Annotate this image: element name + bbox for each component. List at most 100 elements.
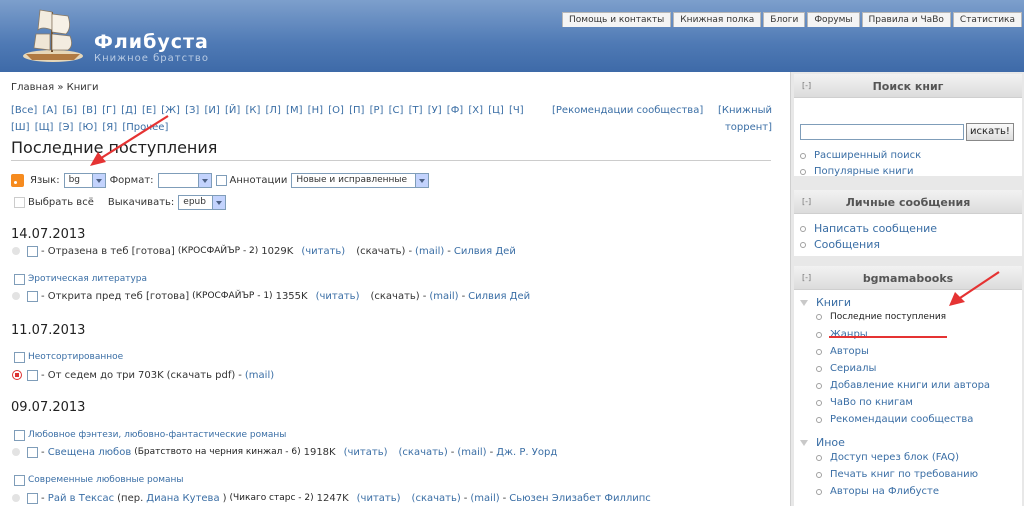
menu-recommendations[interactable]: Рекомендации сообщества — [816, 414, 973, 425]
book-checkbox[interactable] — [27, 446, 38, 458]
alphabet-letter-link[interactable]: [З] — [185, 105, 199, 116]
alphabet-letter-link[interactable]: [Т] — [409, 105, 423, 116]
alphabet-letter-link[interactable]: [Ч] — [509, 105, 524, 116]
alphabet-letter-link[interactable]: [Ш] — [11, 122, 30, 133]
author-link[interactable]: Дж. Р. Уорд — [496, 447, 557, 458]
alphabet-letter-link[interactable]: [В] — [82, 105, 97, 116]
rss-icon[interactable] — [11, 173, 24, 187]
download-link[interactable]: (скачать) — [399, 447, 448, 458]
community-recommendations-link[interactable]: [Рекомендации сообщества] — [552, 102, 703, 119]
alphabet-letter-link[interactable]: [Прочее] — [122, 122, 168, 133]
alphabet-letter-link[interactable]: [Й] — [225, 105, 240, 116]
search-input[interactable] — [800, 124, 964, 140]
select-all-checkbox[interactable] — [14, 196, 25, 208]
genre-checkbox[interactable] — [14, 429, 25, 441]
book-title[interactable]: Открита пред теб [готова] — [48, 291, 189, 302]
menu-print-on-demand[interactable]: Печать книг по требованию — [816, 469, 978, 480]
genre-link[interactable]: Современные любовные романы — [28, 475, 184, 485]
annotations-checkbox[interactable] — [215, 174, 227, 186]
alphabet-letter-link[interactable]: [Ю] — [79, 122, 98, 133]
menu-genres[interactable]: Жанры — [816, 329, 868, 340]
popular-books-link[interactable]: Популярные книги — [800, 166, 913, 177]
advanced-search-link[interactable]: Расширенный поиск — [800, 150, 921, 161]
ship-logo-icon[interactable] — [16, 4, 90, 66]
download-link[interactable]: (скачать) — [356, 246, 405, 257]
download-pdf-link[interactable]: (скачать pdf) — [167, 370, 236, 381]
alphabet-letter-link[interactable]: [Щ] — [35, 122, 54, 133]
menu-access-faq[interactable]: Доступ через блок (FAQ) — [816, 452, 959, 463]
site-name[interactable]: Флибуста — [94, 31, 209, 53]
alphabet-letter-link[interactable]: [Н] — [308, 105, 323, 116]
read-link[interactable]: (читать) — [301, 246, 345, 257]
mail-link[interactable]: (mail) — [245, 370, 274, 381]
genre-checkbox[interactable] — [14, 474, 25, 486]
alphabet-letter-link[interactable]: [У] — [428, 105, 442, 116]
menu-series[interactable]: Сериалы — [816, 363, 876, 374]
alphabet-letter-link[interactable]: [С] — [389, 105, 404, 116]
translator-link[interactable]: Диана Кутева — [146, 493, 219, 504]
alphabet-letter-link[interactable]: [Х] — [468, 105, 483, 116]
menu-flibusta-authors[interactable]: Авторы на Флибусте — [816, 486, 939, 497]
breadcrumb[interactable]: Главная » Книги — [11, 82, 99, 93]
book-checkbox[interactable] — [27, 290, 38, 302]
mail-link[interactable]: (mail) — [415, 246, 444, 257]
search-button[interactable]: искать! — [966, 123, 1014, 141]
book-title[interactable]: Рай в Тексас — [48, 493, 114, 504]
read-link[interactable]: (читать) — [357, 493, 401, 504]
sort-select[interactable]: Новые и исправленные — [291, 172, 430, 188]
genre-link[interactable]: Любовное фэнтези, любовно-фантастические… — [28, 430, 286, 440]
books-menu[interactable]: Книги — [800, 296, 851, 309]
nav-help[interactable]: Помощь и контакты — [562, 12, 672, 27]
alphabet-letter-link[interactable]: [Ф] — [447, 105, 463, 116]
alphabet-letter-link[interactable]: [Я] — [102, 122, 117, 133]
mail-link[interactable]: (mail) — [429, 291, 458, 302]
nav-rules[interactable]: Правила и ЧаВо — [861, 12, 951, 27]
alphabet-letter-link[interactable]: [М] — [286, 105, 302, 116]
author-link[interactable]: Силвия Дей — [454, 246, 516, 257]
book-checkbox[interactable] — [27, 492, 38, 504]
alphabet-letter-link[interactable]: [Г] — [102, 105, 116, 116]
download-link[interactable]: (скачать) — [370, 291, 419, 302]
messages-link[interactable]: Сообщения — [800, 238, 880, 251]
menu-authors[interactable]: Авторы — [816, 346, 869, 357]
alphabet-letter-link[interactable]: [А] — [43, 105, 58, 116]
alphabet-letter-link[interactable]: [И] — [204, 105, 219, 116]
nav-forums[interactable]: Форумы — [807, 12, 860, 27]
alphabet-letter-link[interactable]: [Ц] — [488, 105, 504, 116]
alphabet-letter-link[interactable]: [О] — [328, 105, 344, 116]
other-menu[interactable]: Иное — [800, 436, 845, 449]
author-link[interactable]: Сьюзен Элизабет Филлипс — [509, 493, 651, 504]
book-checkbox[interactable] — [27, 369, 38, 381]
book-series[interactable]: (КРОСФАЙЪР - 1) — [192, 291, 272, 301]
read-link[interactable]: (читать) — [344, 447, 388, 458]
alphabet-letter-link[interactable]: [Б] — [62, 105, 77, 116]
download-link[interactable]: (скачать) — [412, 493, 461, 504]
menu-add-book[interactable]: Добавление книги или автора — [816, 380, 990, 391]
genre-checkbox[interactable] — [14, 351, 25, 363]
book-series[interactable]: (КРОСФАЙЪР - 2) — [178, 246, 258, 256]
alphabet-letter-link[interactable]: [Э] — [59, 122, 74, 133]
book-checkbox[interactable] — [27, 245, 38, 257]
book-series[interactable]: (Чикаго старс - 2) — [229, 493, 313, 503]
book-title[interactable]: Свещена любов — [48, 447, 131, 458]
alphabet-letter-link[interactable]: [К] — [245, 105, 260, 116]
format-select[interactable] — [157, 172, 212, 188]
book-title[interactable]: От седем до три — [48, 370, 135, 381]
genre-link[interactable]: Неотсортированное — [28, 352, 123, 362]
genre-link[interactable]: Эротическая литература — [28, 274, 147, 284]
read-link[interactable]: (читать) — [316, 291, 360, 302]
book-series[interactable]: (Братството на черния кинжал - 6) — [134, 447, 300, 457]
menu-latest-arrivals[interactable]: Последние поступления — [816, 312, 946, 322]
write-message-link[interactable]: Написать сообщение — [800, 222, 937, 235]
author-link[interactable]: Силвия Дей — [468, 291, 530, 302]
alphabet-letter-link[interactable]: [Е] — [142, 105, 156, 116]
alphabet-letter-link[interactable]: [Л] — [266, 105, 281, 116]
book-torrent-link[interactable]: [Книжный торрент] — [712, 102, 772, 136]
alphabet-letter-link[interactable]: [Д] — [121, 105, 137, 116]
genre-checkbox[interactable] — [14, 273, 25, 285]
alphabet-letter-link[interactable]: [Ж] — [161, 105, 180, 116]
alphabet-letter-link[interactable]: [Все] — [11, 105, 37, 116]
download-format-select[interactable]: epub — [178, 194, 227, 210]
alphabet-letter-link[interactable]: [Р] — [370, 105, 384, 116]
alphabet-letter-link[interactable]: [П] — [349, 105, 364, 116]
